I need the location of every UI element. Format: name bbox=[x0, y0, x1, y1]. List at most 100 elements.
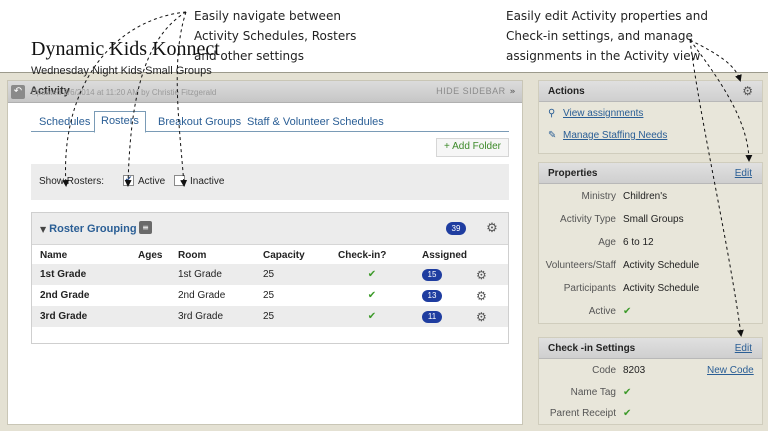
checkin-label: Name Tag bbox=[570, 387, 616, 398]
back-icon[interactable]: ↶ bbox=[11, 85, 25, 99]
hide-sidebar-label: HIDE SIDEBAR bbox=[436, 86, 506, 96]
roster-checkin: ✔ bbox=[330, 285, 414, 306]
manage-staffing-needs-link[interactable]: ✎ Manage Staffing Needs bbox=[548, 130, 667, 141]
callout-line: Easily navigate between bbox=[194, 9, 341, 23]
view-assignments-link[interactable]: ⚲ View assignments bbox=[548, 108, 643, 119]
roster-assigned: 13 bbox=[414, 285, 474, 306]
checkin-settings-header: Check -in Settings Edit bbox=[539, 338, 762, 359]
add-folder-button[interactable]: + Add Folder bbox=[436, 138, 509, 157]
hide-sidebar-button[interactable]: HIDE SIDEBAR» bbox=[436, 86, 516, 97]
tab-staff-volunteer-schedules[interactable]: Staff & Volunteer Schedules bbox=[241, 113, 390, 131]
table-row[interactable]: 3rd Grade 3rd Grade 25 ✔ 11 ⚙ bbox=[32, 306, 508, 327]
table-header-row: Name Ages Room Capacity Check-in? Assign… bbox=[32, 245, 508, 264]
property-value: Activity Schedule bbox=[623, 260, 700, 271]
checkin-settings-panel: Check -in Settings Edit Code 8203 New Co… bbox=[538, 337, 763, 425]
properties-header: Properties Edit bbox=[539, 163, 762, 184]
column-header-name: Name bbox=[40, 250, 68, 261]
checkin-row: Code 8203 New Code bbox=[539, 360, 764, 382]
show-rosters-filter: Show Rosters: ✔ Active Inactive bbox=[31, 164, 509, 200]
property-label: Activity Type bbox=[560, 214, 616, 225]
roster-ages bbox=[130, 285, 170, 306]
table-row[interactable]: 1st Grade 1st Grade 25 ✔ 15 ⚙ bbox=[32, 264, 508, 285]
new-code-link[interactable]: New Code bbox=[707, 365, 754, 376]
callout-line: Check-in settings, and manage bbox=[506, 29, 693, 43]
roster-name[interactable]: 3rd Grade bbox=[32, 306, 130, 327]
roster-count-badge: 39 bbox=[446, 222, 466, 235]
callout-properties: Easily edit Activity properties and Chec… bbox=[506, 6, 708, 66]
roster-grouping-title: Roster Grouping bbox=[49, 223, 137, 235]
roster-checkin: ✔ bbox=[330, 264, 414, 285]
checkmark-icon: ✔ bbox=[623, 387, 632, 398]
roster-capacity: 25 bbox=[263, 290, 275, 301]
column-header-capacity: Capacity bbox=[263, 250, 305, 261]
assigned-count-badge[interactable]: 15 bbox=[422, 268, 442, 281]
property-row: Active ✔ bbox=[539, 301, 764, 323]
assigned-count-badge[interactable]: 13 bbox=[422, 289, 442, 302]
column-header-assigned: Assigned bbox=[422, 250, 468, 261]
roster-grouping-header: ▼ Roster Grouping ≡ 39 ⚙ bbox=[32, 213, 508, 245]
wrench-icon: ✎ bbox=[548, 130, 557, 141]
property-value: Activity Schedule bbox=[623, 283, 700, 294]
roster-grouping-toggle[interactable]: ▼ Roster Grouping bbox=[40, 223, 137, 235]
roster-checkin: ✔ bbox=[330, 306, 414, 327]
property-label: Active bbox=[588, 306, 616, 317]
gear-icon[interactable]: ⚙ bbox=[474, 264, 508, 285]
roster-capacity: 25 bbox=[255, 306, 330, 327]
roster-ages bbox=[130, 264, 170, 285]
property-value: 6 to 12 bbox=[623, 237, 654, 248]
checkmark-icon: ✔ bbox=[623, 306, 632, 317]
activity-tabs: Schedules Rosters Breakout Groups Staff … bbox=[31, 111, 509, 133]
activity-subtitle: Wednesday Night Kids Small Groups bbox=[31, 65, 212, 77]
checkin-row: Parent Receipt ✔ bbox=[539, 403, 764, 425]
roster-room: 2nd Grade bbox=[178, 290, 226, 301]
gear-icon[interactable]: ⚙ bbox=[474, 285, 508, 306]
roster-name[interactable]: 1st Grade bbox=[32, 264, 130, 285]
column-header-room: Room bbox=[178, 250, 207, 261]
search-icon: ⚲ bbox=[548, 108, 556, 119]
updated-timestamp: Updated 8/6/2014 at 11:20 AM by Christie… bbox=[31, 88, 217, 97]
actions-panel: Actions ⚙ ⚲ View assignments ✎ Manage Staf… bbox=[538, 80, 763, 154]
folder-toolbar: + Add Folder bbox=[31, 138, 509, 158]
column-header-ages: Ages bbox=[138, 250, 163, 261]
property-label: Participants bbox=[563, 283, 616, 294]
roster-capacity: 25 bbox=[255, 264, 330, 285]
tab-rosters[interactable]: Rosters bbox=[94, 111, 146, 133]
manage-staffing-needs-label: Manage Staffing Needs bbox=[563, 130, 668, 141]
column-header-actions bbox=[474, 245, 508, 264]
roster-assigned: 15 bbox=[414, 264, 474, 285]
roster-assigned: 11 bbox=[414, 306, 474, 327]
tab-schedules[interactable]: Schedules bbox=[33, 113, 96, 131]
gear-icon[interactable]: ⚙ bbox=[474, 306, 508, 327]
inactive-checkbox-label: Inactive bbox=[190, 176, 225, 187]
checkmark-icon: ✔ bbox=[623, 408, 632, 419]
edit-checkin-settings-link[interactable]: Edit bbox=[735, 343, 752, 354]
inactive-checkbox[interactable] bbox=[174, 175, 185, 186]
actions-header: Actions ⚙ bbox=[539, 81, 762, 102]
property-row: Participants Activity Schedule bbox=[539, 278, 764, 300]
gear-icon[interactable]: ⚙ bbox=[485, 222, 499, 236]
show-rosters-label: Show Rosters: bbox=[39, 176, 105, 187]
property-value: Children's bbox=[623, 191, 668, 202]
property-row: Ministry Children's bbox=[539, 186, 764, 208]
property-row: Age 6 to 12 bbox=[539, 232, 764, 254]
checkmark-icon: ✔ bbox=[367, 269, 377, 280]
roster-table: Name Ages Room Capacity Check-in? Assign… bbox=[32, 245, 508, 327]
property-label: Volunteers/Staff bbox=[545, 260, 616, 271]
edit-properties-link[interactable]: Edit bbox=[735, 168, 752, 179]
active-checkbox-label: Active bbox=[138, 176, 166, 187]
callout-line: Easily edit Activity properties and bbox=[506, 9, 708, 23]
assigned-count-badge[interactable]: 11 bbox=[422, 310, 442, 323]
roster-room: 3rd Grade bbox=[170, 306, 255, 327]
roster-name[interactable]: 2nd Grade bbox=[32, 285, 130, 306]
roster-menu-icon[interactable]: ≡ bbox=[139, 221, 152, 234]
active-checkbox[interactable]: ✔ bbox=[123, 175, 134, 186]
gear-icon[interactable]: ⚙ bbox=[742, 84, 753, 98]
checkin-label: Parent Receipt bbox=[549, 408, 616, 419]
table-row[interactable]: 2nd Grade 2nd Grade 25 ✔ 13 ⚙ bbox=[32, 285, 508, 306]
tab-breakout-groups[interactable]: Breakout Groups bbox=[152, 113, 247, 131]
checkin-settings-title: Check -in Settings bbox=[548, 343, 636, 354]
checkmark-icon: ✔ bbox=[367, 290, 377, 301]
checkin-label: Code bbox=[592, 365, 616, 376]
roster-ages bbox=[130, 306, 170, 327]
activity-name: Dynamic Kids Konnect bbox=[31, 38, 220, 60]
